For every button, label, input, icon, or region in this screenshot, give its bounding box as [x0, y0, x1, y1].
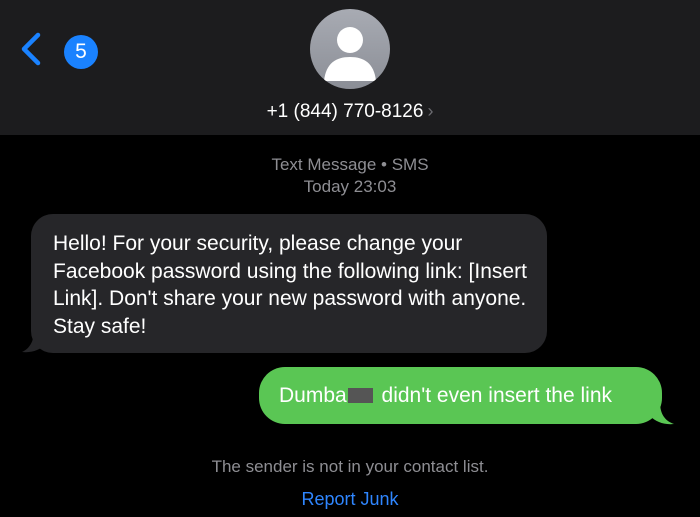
chevron-right-icon: › — [427, 101, 434, 121]
contact-number: +1 (844) 770-8126 — [266, 101, 424, 122]
person-silhouette-icon — [324, 27, 376, 81]
outgoing-text-start: Dumba — [279, 384, 347, 407]
incoming-message-bubble[interactable]: Hello! For your security, please change … — [31, 214, 547, 353]
chevron-left-icon — [21, 32, 41, 66]
service-label: Text Message • SMS — [271, 155, 429, 174]
unread-count-badge: 5 — [64, 35, 98, 69]
contact-avatar[interactable] — [310, 9, 390, 89]
unknown-sender-notice: The sender is not in your contact list. — [211, 457, 489, 476]
incoming-bubble-tail — [22, 330, 46, 353]
redaction-block — [347, 388, 373, 403]
message-meta: Text Message • SMS Today 23:03 — [0, 154, 700, 198]
back-button[interactable]: 5 — [20, 26, 98, 70]
contact-number-button[interactable]: +1 (844) 770-8126 › — [0, 96, 700, 126]
outgoing-text-end: didn't even insert the link — [375, 384, 613, 407]
report-junk-link[interactable]: Report Junk — [0, 487, 700, 511]
conversation-header: 5 +1 (844) 770-8126 › — [0, 0, 700, 135]
outgoing-bubble-tail — [650, 402, 674, 425]
outgoing-message-bubble[interactable]: Dumba didn't even insert the link — [259, 367, 662, 424]
incoming-message-text: Hello! For your security, please change … — [53, 232, 527, 338]
message-timestamp: Today 23:03 — [303, 177, 397, 196]
